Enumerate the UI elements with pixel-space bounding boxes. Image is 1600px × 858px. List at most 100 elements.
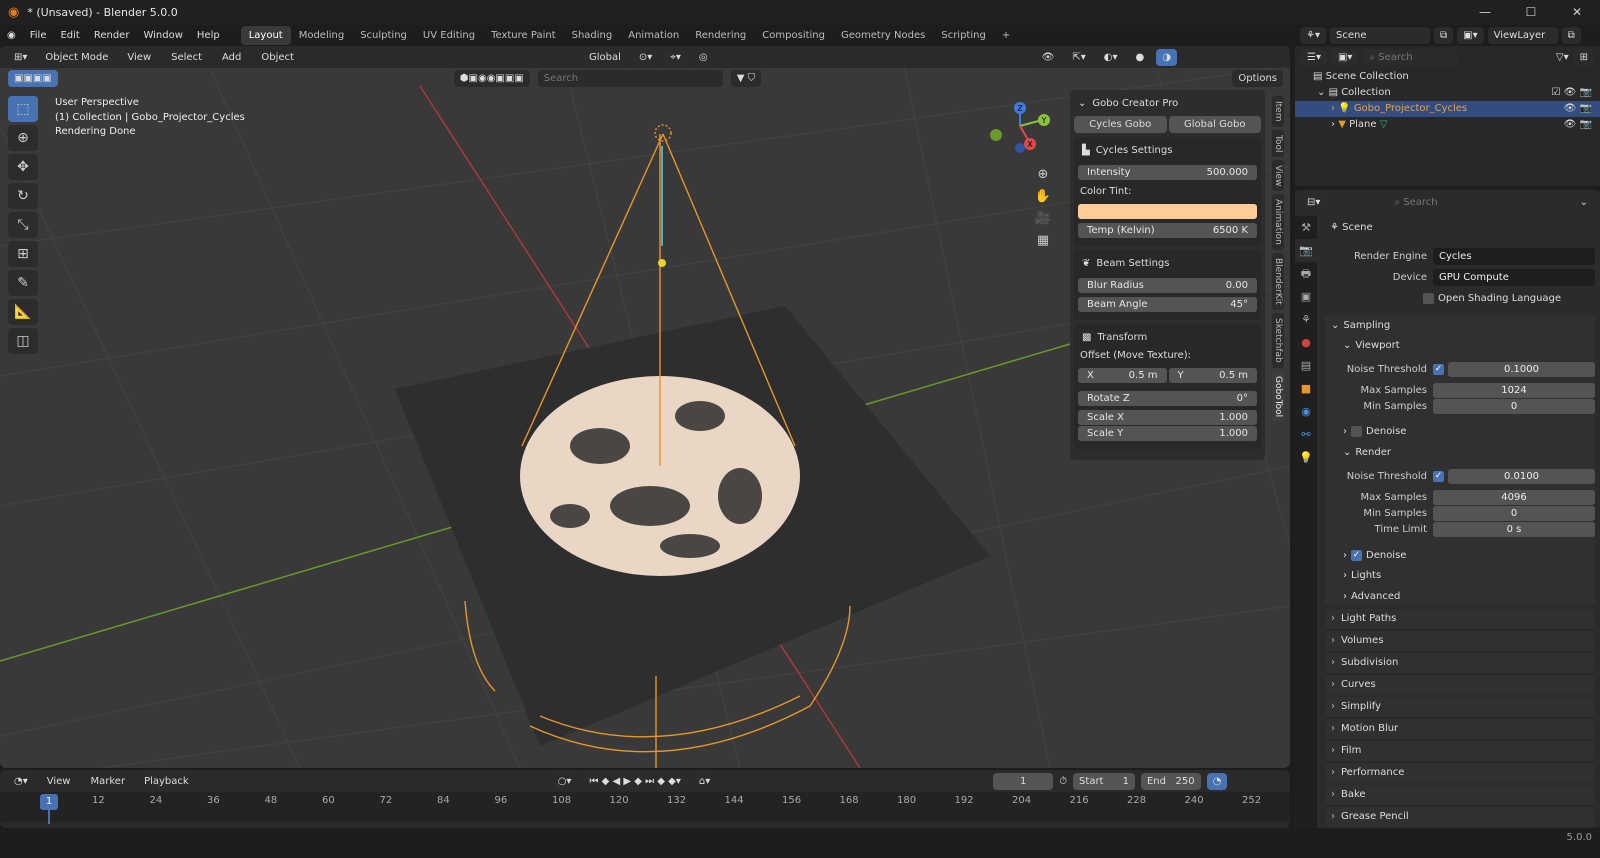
annotate-tool[interactable]: ✎ [8,270,38,296]
workspace-tab-uv-editing[interactable]: UV Editing [415,26,483,45]
outliner-filter-dropdown[interactable]: ▣▾ [1332,49,1358,66]
panel-bake[interactable]: Bake [1325,785,1595,805]
timeline-menu-view[interactable]: View [40,771,78,792]
viewport-subpanel-header[interactable]: ⌄ Viewport [1343,337,1600,354]
workspace-tab-rendering[interactable]: Rendering [687,26,754,45]
lights-subpanel[interactable]: › Lights [1343,567,1600,584]
sampling-header[interactable]: ⌄ Sampling [1331,317,1600,334]
current-frame-field[interactable]: 1 [993,773,1053,790]
outliner-search-input[interactable]: ⌕ Search [1363,49,1458,66]
view-layer-icon[interactable]: ▣▾ [1457,27,1483,44]
menu-edit[interactable]: Edit [53,25,86,46]
workspace-tab-layout[interactable]: Layout [241,26,291,45]
blur-radius-field[interactable]: Blur Radius0.00 [1078,278,1257,293]
transform-tool[interactable]: ⊞ [8,241,38,267]
zoom-icon[interactable]: ⊕ [1032,164,1054,186]
properties-editor-type[interactable]: ⊟▾ [1301,194,1326,211]
render-engine-dropdown[interactable]: Cycles [1433,248,1595,265]
menu-window[interactable]: Window [136,25,189,46]
scene-icon[interactable]: ⚘▾ [1300,27,1326,44]
tab-item[interactable]: Item [1272,96,1284,127]
time-limit-field[interactable]: 0 s [1433,522,1595,537]
select-box-tool[interactable]: ⬚ [8,96,38,122]
workspace-tab-animation[interactable]: Animation [620,26,687,45]
viewport-menu-view[interactable]: View [120,47,158,68]
add-cube-tool[interactable]: ◫ [8,328,38,354]
tab-tool[interactable]: Tool [1272,130,1284,157]
panel-curves[interactable]: Curves [1325,675,1595,695]
3d-viewport[interactable]: ⊞▾ Object Mode View Select Add Object Gl… [0,46,1290,768]
output-tab-icon[interactable]: 🖶 [1295,262,1317,285]
vp-max-samples-field[interactable]: 1024 [1433,383,1595,398]
tool-tab-icon[interactable]: ⚒ [1295,216,1317,239]
world-tab-icon[interactable]: ● [1295,331,1317,354]
workspace-tab-compositing[interactable]: Compositing [754,26,833,45]
new-collection-button[interactable]: ⊞ [1574,49,1594,66]
panel-subdivision[interactable]: Subdivision [1325,653,1595,673]
minimize-button[interactable]: — [1462,0,1508,25]
timeline-editor-type[interactable]: ◔▾ [8,773,34,790]
sync-toggle[interactable]: ◔ [1207,773,1228,790]
panel-volumes[interactable]: Volumes [1325,631,1595,651]
panel-grease-pencil[interactable]: Grease Pencil [1325,807,1595,827]
timeline-track[interactable]: 1224364860728496108120132144156168180192… [0,792,1290,822]
blender-menu-icon[interactable]: ◉ [0,25,23,46]
r-noise-threshold-field[interactable]: 0.0100 [1448,469,1595,484]
viewport-search-input[interactable]: Search [538,70,723,87]
panel-performance[interactable]: Performance [1325,763,1595,783]
workspace-tab-scripting[interactable]: Scripting [933,26,993,45]
osl-checkbox[interactable]: Open Shading Language [1423,290,1600,307]
rotate-tool[interactable]: ↻ [8,183,38,209]
workspace-tab-sculpting[interactable]: Sculpting [352,26,415,45]
workspace-tab-geometry-nodes[interactable]: Geometry Nodes [833,26,933,45]
vp-min-samples-field[interactable]: 0 [1433,399,1595,414]
vp-noise-threshold-field[interactable]: 0.1000 [1448,362,1595,377]
viewport-menu-select[interactable]: Select [164,47,209,68]
panel-header[interactable]: ⌄Gobo Creator Pro [1074,94,1261,114]
tab-sketchfab[interactable]: Sketchfab [1272,313,1284,368]
transform-orientation-dropdown[interactable]: Global [583,49,627,66]
object-mode-dropdown[interactable]: Object Mode [39,49,114,66]
scene-tab-icon[interactable]: ⚘ [1295,308,1317,331]
menu-file[interactable]: File [23,25,54,46]
cursor-tool[interactable]: ⊕ [8,125,38,151]
render-subpanel-header[interactable]: ⌄ Render [1343,444,1600,461]
tab-view[interactable]: View [1272,160,1284,191]
vp-denoise-header[interactable]: › Denoise [1343,423,1600,440]
panel-light-paths[interactable]: Light Paths [1325,609,1595,629]
select-mode-buttons[interactable]: ▣▣▣▣ [8,70,58,87]
playback-controls[interactable]: ⏮ ◆ ◀ ▶ ◆ ⏭ ◆ ◆▾ [583,773,686,790]
filter-icon[interactable]: ▽▾ [1556,52,1569,63]
workspace-tab-modeling[interactable]: Modeling [291,26,353,45]
beam-angle-field[interactable]: Beam Angle45° [1078,297,1257,312]
tab-gobotool[interactable]: GoboTool [1272,371,1284,422]
new-view-layer-button[interactable]: ⧉ [1562,27,1581,44]
start-frame-field[interactable]: Start 1 [1073,773,1135,790]
move-tool[interactable]: ✥ [8,154,38,180]
intensity-field[interactable]: Intensity500.000 [1078,165,1257,180]
offset-y-field[interactable]: Y0.5 m [1169,368,1258,383]
outliner-item-gobo[interactable]: › 💡 Gobo_Projector_Cycles👁 📷 [1295,101,1600,117]
close-button[interactable]: ✕ [1554,0,1600,25]
cycles-gobo-tab[interactable]: Cycles Gobo [1074,116,1167,133]
playhead[interactable]: 1 [40,794,58,810]
snap-toggle[interactable]: ⌖▾ [664,49,687,66]
r-min-samples-field[interactable]: 0 [1433,506,1595,521]
panel-simplify[interactable]: Simplify [1325,697,1595,717]
shading-rendered-icon[interactable]: ◑ [1156,49,1177,66]
panel-film[interactable]: Film [1325,741,1595,761]
keying-set-dropdown[interactable]: ⌂▾ [693,773,716,790]
maximize-button[interactable]: ☐ [1508,0,1554,25]
playback-dropdown[interactable]: Playback [138,773,195,790]
collection-tab-icon[interactable]: ▤ [1295,354,1317,377]
display-mode-dropdown[interactable]: ☰▾ [1301,49,1327,66]
outliner-item-plane[interactable]: › ▼ Plane ▽👁 📷 [1295,117,1600,133]
r-max-samples-field[interactable]: 4096 [1433,490,1595,505]
ortho-grid-icon[interactable]: ▦ [1032,230,1054,252]
temp-kelvin-field[interactable]: Temp (Kelvin)6500 K [1078,223,1257,238]
new-scene-button[interactable]: ⧉ [1434,27,1453,44]
menu-render[interactable]: Render [87,25,137,46]
device-dropdown[interactable]: GPU Compute [1433,269,1595,286]
scene-name-field[interactable]: Scene [1330,27,1430,44]
global-gobo-tab[interactable]: Global Gobo [1169,116,1262,133]
